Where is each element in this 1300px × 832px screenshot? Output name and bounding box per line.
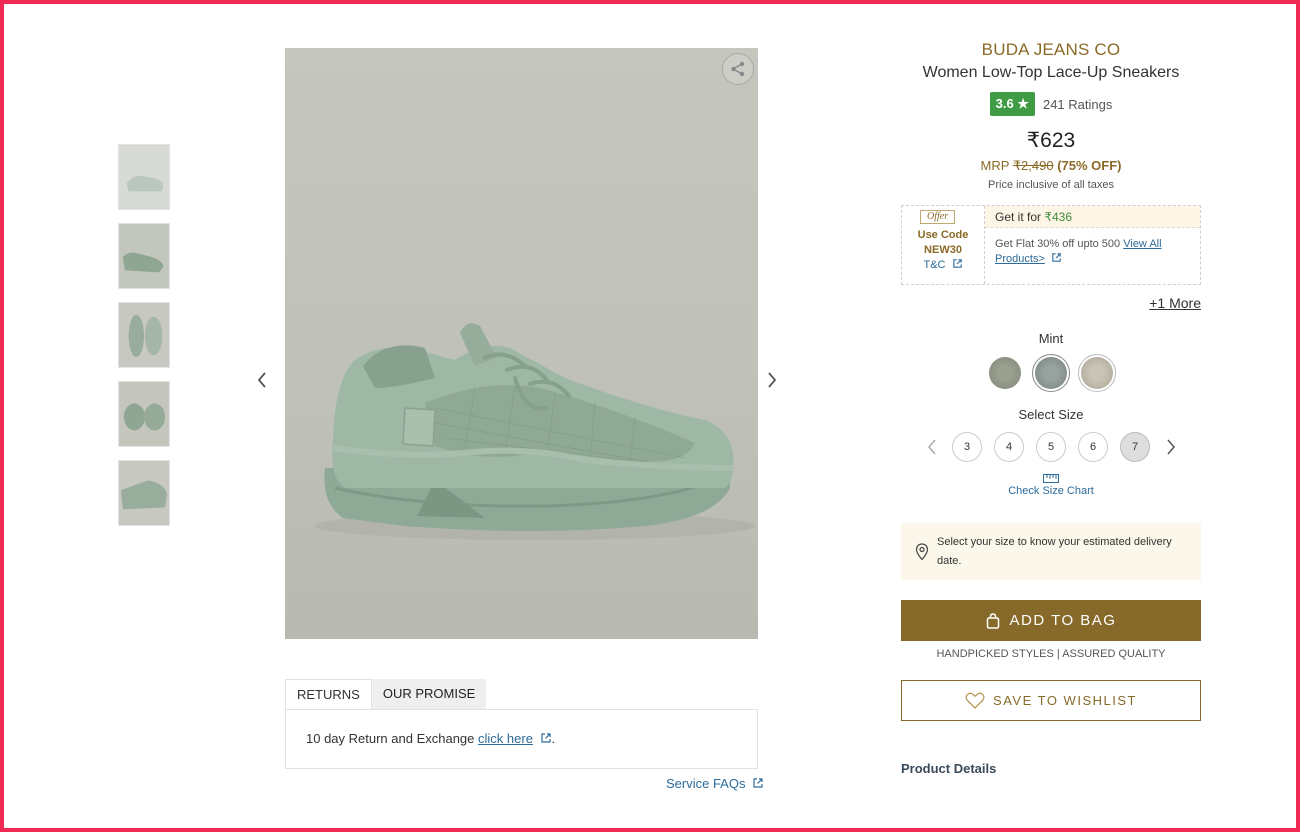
offer-code-block: Offer Use Code NEW30 T&C: [902, 206, 985, 284]
tc-label: T&C: [923, 259, 946, 271]
discount-percent: (75% OFF): [1057, 158, 1122, 173]
external-link-icon: [952, 259, 962, 268]
returns-text: 10 day Return and Exchange: [306, 731, 475, 746]
location-pin-icon: [915, 542, 929, 560]
color-swatch-mint[interactable]: [1032, 354, 1070, 392]
mrp-value: ₹2,490: [1012, 158, 1054, 173]
heart-icon: [965, 692, 985, 709]
size-selector: 3 4 5 6 7: [901, 432, 1201, 462]
share-icon: [731, 61, 745, 77]
external-link-icon: [540, 733, 551, 743]
coupon-code: NEW30: [924, 244, 962, 256]
thumbnail-2[interactable]: [118, 223, 170, 289]
chevron-left-icon: [927, 439, 936, 455]
external-link-icon: [1052, 253, 1061, 262]
tab-returns[interactable]: RETURNS: [285, 679, 372, 709]
thumbnail-4[interactable]: [118, 381, 170, 447]
tc-link[interactable]: T&C: [902, 258, 984, 273]
use-code-label: Use Code: [917, 229, 969, 241]
thumbnail-3[interactable]: [118, 302, 170, 368]
chevron-left-icon: [257, 372, 266, 388]
thumbnail-list: [118, 144, 170, 539]
save-to-wishlist-button[interactable]: SAVE TO WISHLIST: [901, 680, 1201, 721]
add-to-bag-label: ADD TO BAG: [1009, 612, 1117, 629]
color-swatch-beige[interactable]: [1078, 354, 1116, 392]
offer-price: ₹436: [1044, 210, 1073, 224]
sneaker-image: [315, 323, 755, 540]
offer-box: Offer Use Code NEW30 T&C Get it for ₹436…: [901, 205, 1201, 285]
service-faqs-label: Service FAQs: [666, 776, 746, 791]
size-option-7[interactable]: 7: [1120, 432, 1150, 462]
brand-name[interactable]: BUDA JEANS CO: [901, 40, 1201, 60]
size-next-button[interactable]: [1162, 437, 1178, 457]
next-image-button[interactable]: [762, 368, 782, 392]
tab-our-promise[interactable]: OUR PROMISE: [371, 679, 487, 709]
size-prev-button[interactable]: [924, 437, 940, 457]
offer-description-text: Get Flat 30% off upto 500: [995, 238, 1121, 250]
size-option-5[interactable]: 5: [1036, 432, 1066, 462]
offer-tag: Offer: [920, 210, 956, 224]
share-button[interactable]: [722, 53, 754, 85]
size-label: Select Size: [1018, 407, 1084, 422]
color-swatches: [901, 354, 1201, 392]
color-swatch-olive[interactable]: [986, 354, 1024, 392]
product-main-image: [285, 48, 758, 639]
add-to-bag-button[interactable]: ADD TO BAG: [901, 600, 1201, 641]
product-details-heading[interactable]: Product Details: [901, 761, 1201, 776]
shopping-bag-icon: [986, 612, 999, 629]
more-offers-link[interactable]: +1 More: [901, 295, 1201, 311]
size-chart-label: Check Size Chart: [1008, 485, 1094, 497]
ruler-icon: [1043, 474, 1059, 483]
size-chart-link[interactable]: Check Size Chart: [901, 474, 1201, 497]
delivery-text: Select your size to know your estimated …: [937, 535, 1172, 567]
returns-panel: 10 day Return and Exchange click here .: [285, 709, 758, 769]
returns-click-here-link[interactable]: click here: [478, 731, 533, 746]
rating-row: 3.6 ★ 241 Ratings: [901, 92, 1201, 116]
offer-details: Get it for ₹436 Get Flat 30% off upto 50…: [985, 206, 1200, 284]
delivery-info: Select your size to know your estimated …: [901, 523, 1201, 580]
thumbnail-5[interactable]: [118, 460, 170, 526]
product-name: Women Low-Top Lace-Up Sneakers: [922, 64, 1180, 81]
chevron-right-icon: [768, 372, 777, 388]
get-it-for-label: Get it for: [995, 210, 1042, 224]
info-tabs: RETURNS OUR PROMISE 10 day Return and Ex…: [285, 679, 758, 769]
ratings-count: 241 Ratings: [1042, 96, 1113, 112]
offer-description: Get Flat 30% off upto 500 View All Produ…: [985, 228, 1200, 267]
service-faqs-link[interactable]: Service FAQs: [666, 776, 764, 791]
wishlist-label: SAVE TO WISHLIST: [993, 693, 1137, 708]
color-label: Mint: [1038, 331, 1064, 346]
product-info-panel: BUDA JEANS CO Women Low-Top Lace-Up Snea…: [901, 40, 1201, 776]
tax-note: Price inclusive of all taxes: [988, 179, 1114, 191]
external-link-icon: [753, 778, 763, 788]
size-option-3[interactable]: 3: [952, 432, 982, 462]
prev-image-button[interactable]: [252, 368, 272, 392]
chevron-right-icon: [1166, 439, 1175, 455]
size-option-6[interactable]: 6: [1078, 432, 1108, 462]
size-option-4[interactable]: 4: [994, 432, 1024, 462]
rating-badge[interactable]: 3.6 ★: [989, 92, 1035, 116]
mrp-row: MRP ₹2,490 (75% OFF): [901, 158, 1201, 174]
thumbnail-1[interactable]: [118, 144, 170, 210]
selling-price: ₹623: [1026, 129, 1076, 152]
assured-quality-note: HANDPICKED STYLES | ASSURED QUALITY: [936, 648, 1166, 660]
mrp-label: MRP: [980, 158, 1010, 173]
offer-price-row: Get it for ₹436: [985, 206, 1200, 228]
